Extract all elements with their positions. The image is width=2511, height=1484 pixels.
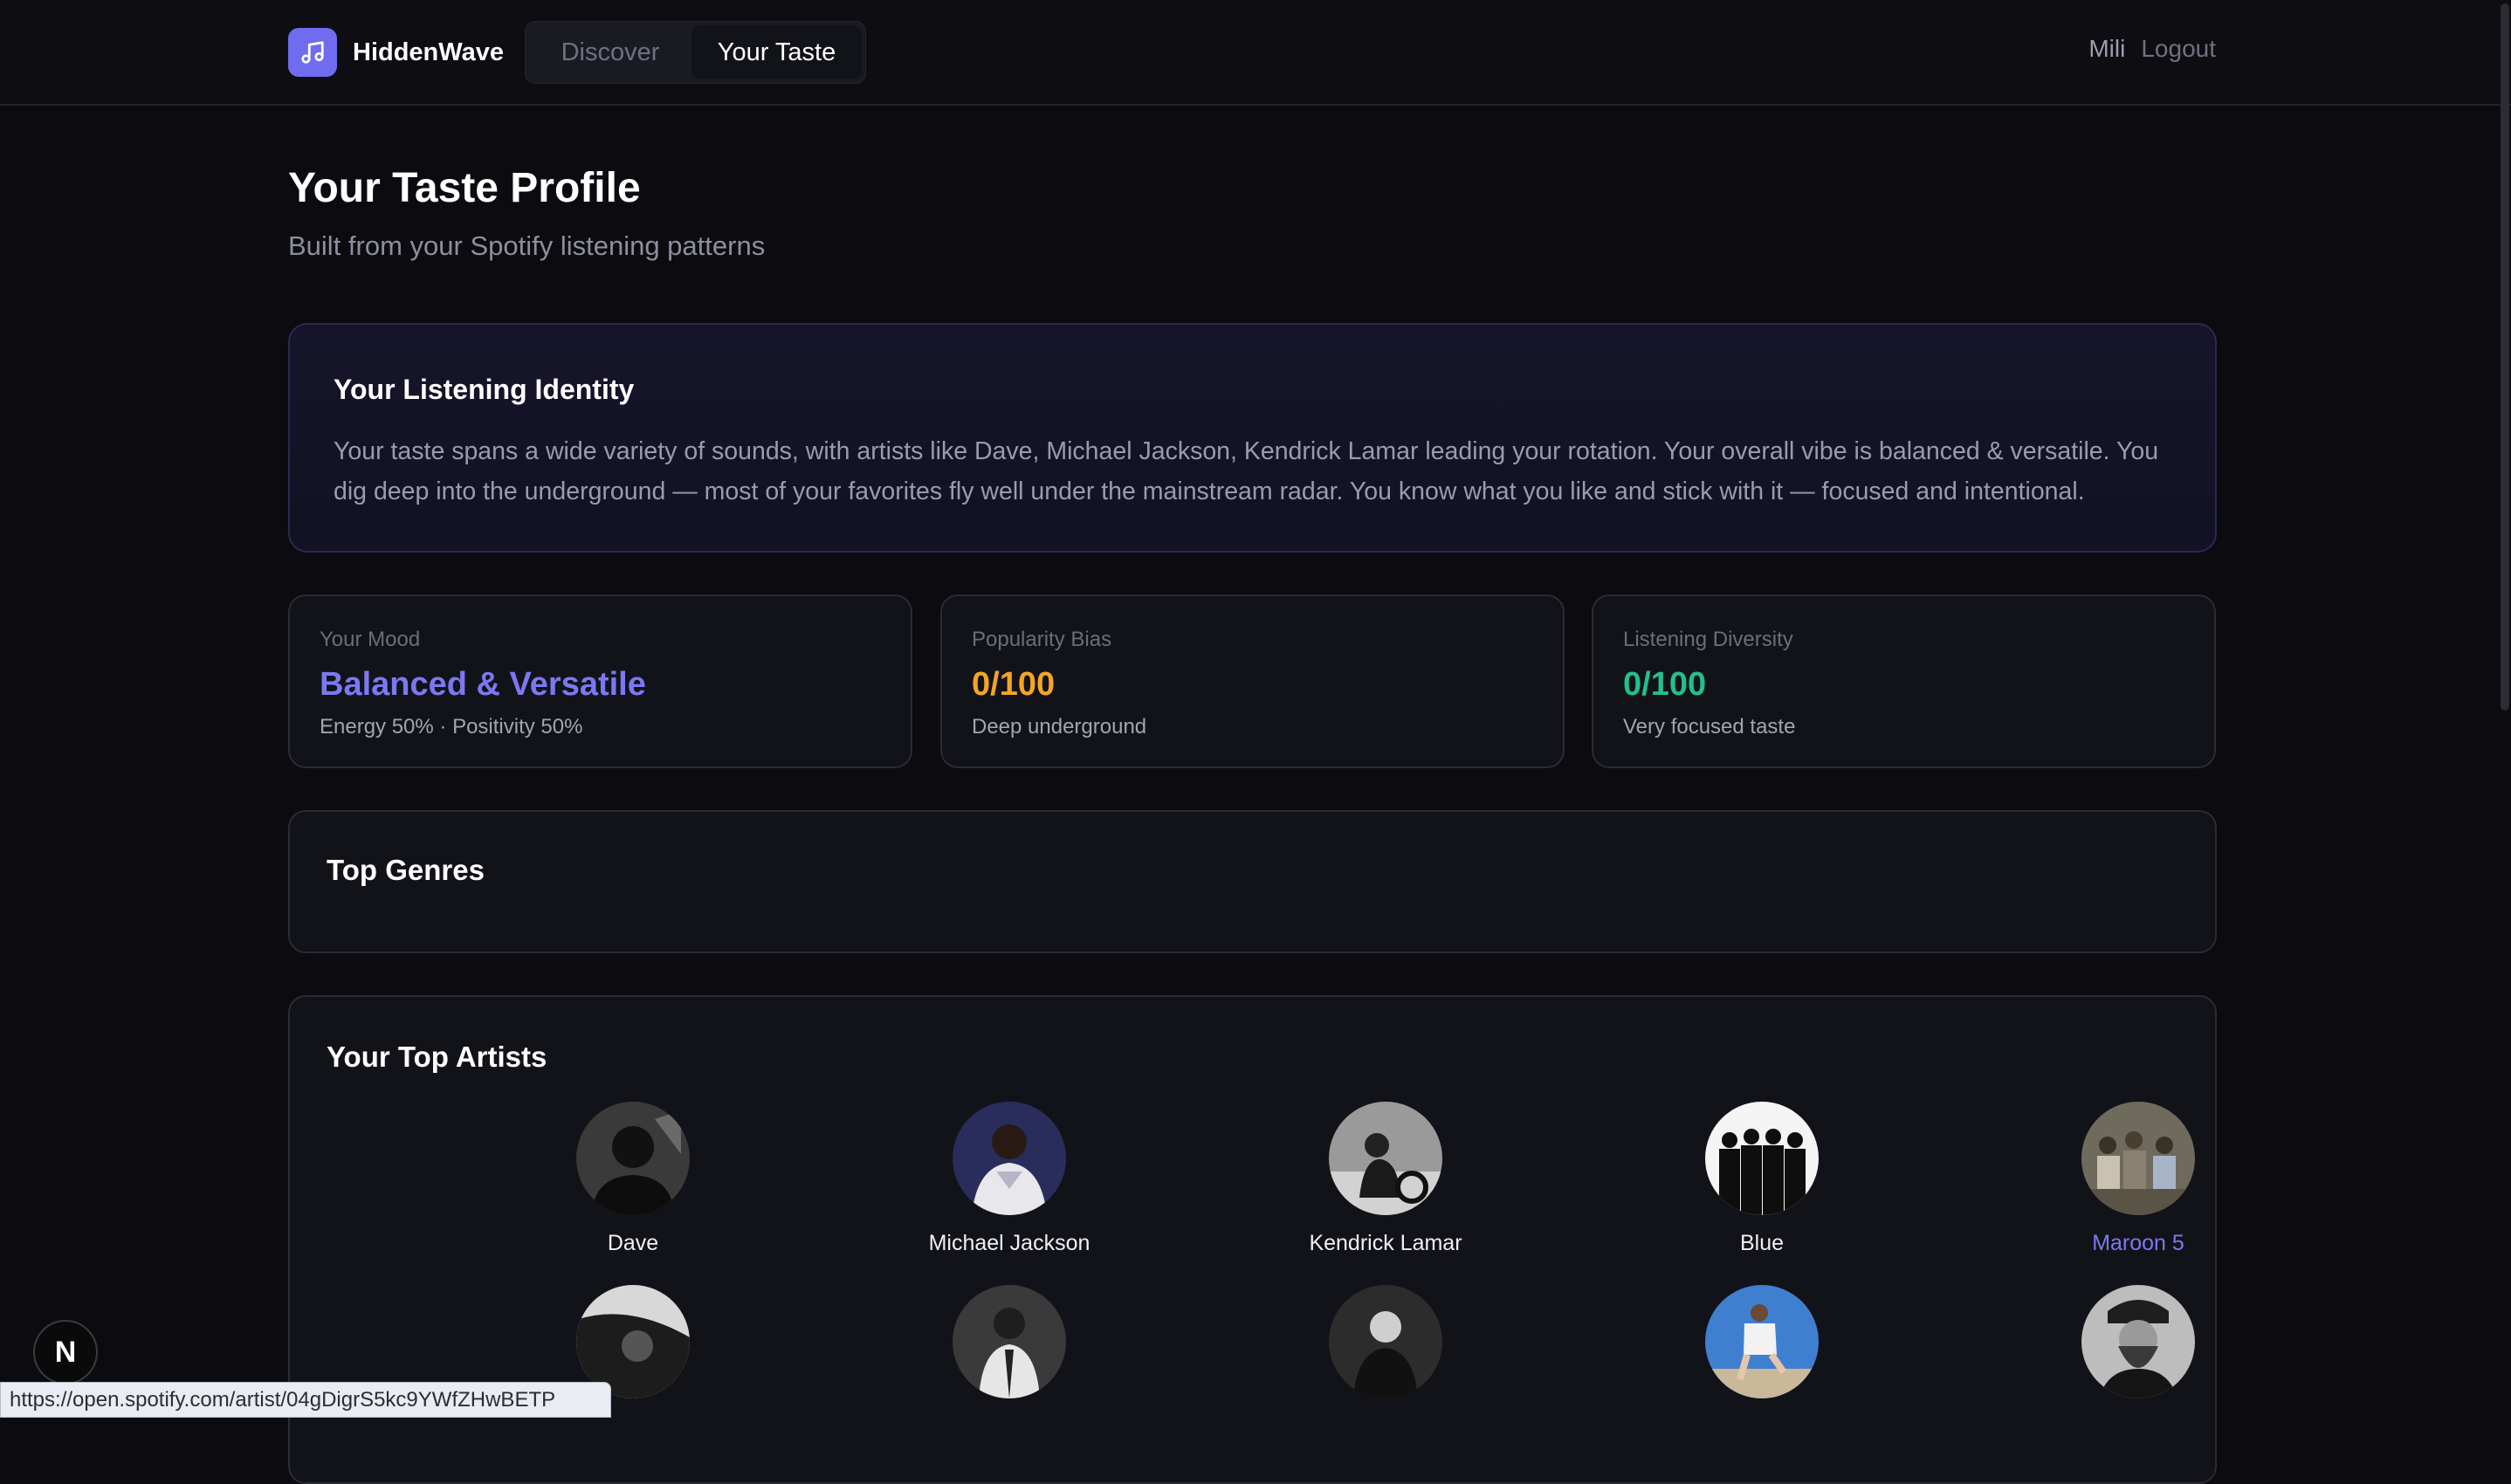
stat-value: 0/100 xyxy=(1623,666,1707,703)
top-genres-card: Top Genres xyxy=(288,810,2217,953)
stat-label: Your Mood xyxy=(320,628,421,651)
artists-title: Your Top Artists xyxy=(327,1041,547,1073)
page-title: Your Taste Profile xyxy=(288,165,641,211)
logout-button[interactable]: Logout xyxy=(2141,35,2216,63)
artist-avatar xyxy=(2081,1285,2195,1398)
user-area: Mili Logout xyxy=(2088,35,2216,63)
artist-avatar xyxy=(1705,1285,1819,1398)
stat-value: Balanced & Versatile xyxy=(320,666,646,703)
artist-avatar xyxy=(953,1285,1066,1398)
artist-name: Maroon 5 xyxy=(2092,1231,2184,1255)
nextjs-logo-icon: N xyxy=(54,1335,77,1369)
artist-item-row2-4[interactable] xyxy=(1631,1285,1893,1398)
music-note-icon xyxy=(288,28,337,77)
artist-avatar xyxy=(1329,1102,1442,1215)
stat-sub: Energy 50% · Positivity 50% xyxy=(320,715,583,739)
stat-sub: Deep underground xyxy=(972,715,1147,739)
artist-name: Dave xyxy=(607,1231,659,1255)
artist-avatar xyxy=(1705,1102,1819,1215)
listening-identity-card: Your Listening Identity Your taste spans… xyxy=(288,323,2217,553)
listening-diversity-card: Listening Diversity 0/100 Very focused t… xyxy=(1592,594,2216,768)
artist-avatar xyxy=(1329,1285,1442,1398)
identity-title: Your Listening Identity xyxy=(334,374,635,405)
genres-title: Top Genres xyxy=(327,854,485,886)
artist-item-row2-5[interactable] xyxy=(2007,1285,2215,1398)
identity-description: Your taste spans a wide variety of sound… xyxy=(334,437,2159,505)
artist-item-michael-jackson[interactable]: Michael Jackson xyxy=(878,1102,1140,1256)
stat-sub: Very focused taste xyxy=(1623,715,1796,739)
artist-item-row2-3[interactable] xyxy=(1255,1285,1517,1398)
artist-item-kendrick-lamar[interactable]: Kendrick Lamar xyxy=(1255,1102,1517,1256)
artist-name: Kendrick Lamar xyxy=(1309,1231,1462,1255)
artist-name: Blue xyxy=(1739,1231,1785,1255)
tab-your-taste[interactable]: Your Taste xyxy=(691,25,862,79)
main-nav: Discover Your Taste xyxy=(525,21,866,84)
user-name: Mili xyxy=(2088,35,2126,62)
page-scrollbar[interactable] xyxy=(2501,3,2509,711)
artist-avatar xyxy=(576,1102,690,1215)
popularity-bias-card: Popularity Bias 0/100 Deep underground xyxy=(940,594,1565,768)
nextjs-dev-badge[interactable]: N xyxy=(33,1320,98,1384)
brand-name: HiddenWave xyxy=(353,38,504,66)
tab-discover[interactable]: Discover xyxy=(529,25,691,79)
status-url-bar: https://open.spotify.com/artist/04gDigrS… xyxy=(0,1382,611,1418)
artist-item-blue[interactable]: Blue xyxy=(1631,1102,1893,1256)
artist-item-row2-2[interactable] xyxy=(878,1285,1140,1398)
stat-value: 0/100 xyxy=(972,666,1056,703)
artist-avatar xyxy=(2081,1102,2195,1215)
top-nav-bar: HiddenWave Discover Your Taste Mili Logo… xyxy=(0,0,2511,106)
stat-label: Popularity Bias xyxy=(972,628,1112,651)
artist-avatar xyxy=(953,1102,1066,1215)
mood-card: Your Mood Balanced & Versatile Energy 50… xyxy=(288,594,912,768)
artist-item-maroon-5[interactable]: Maroon 5 xyxy=(2007,1102,2215,1256)
brand[interactable]: HiddenWave xyxy=(288,28,504,77)
artist-item-dave[interactable]: Dave xyxy=(502,1102,764,1256)
artist-name: Michael Jackson xyxy=(928,1231,1090,1255)
page-subtitle: Built from your Spotify listening patter… xyxy=(288,230,766,261)
stat-label: Listening Diversity xyxy=(1623,628,1793,651)
